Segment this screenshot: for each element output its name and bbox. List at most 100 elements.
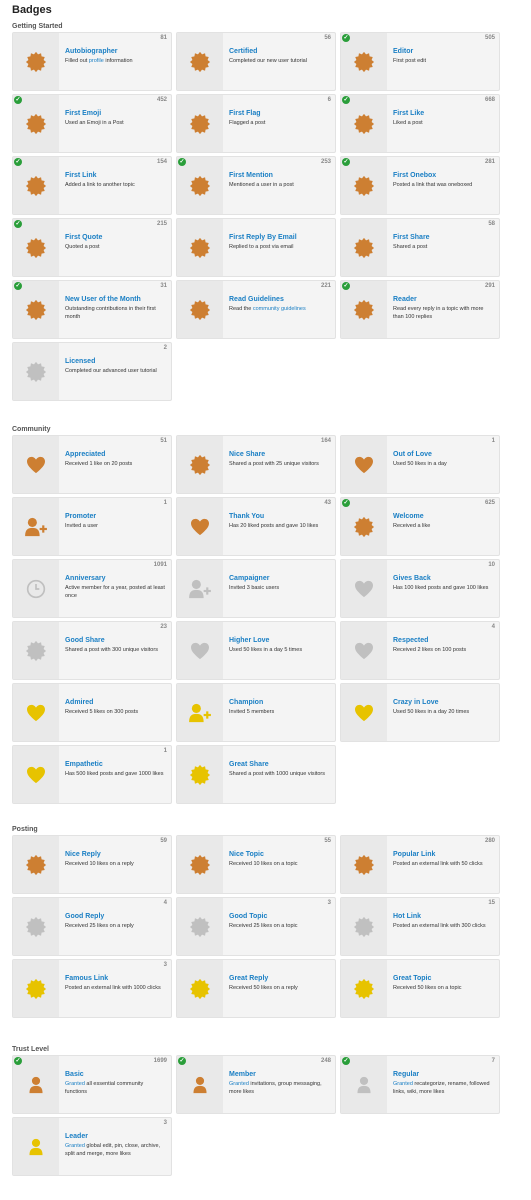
badge-card-nice-topic[interactable]: Nice Topic Received 10 likes on a topic 55 <box>176 835 336 894</box>
badge-card-first-link[interactable]: ✓ First Link Added a link to another topic… <box>12 156 172 215</box>
badge-name[interactable]: Reader <box>393 295 493 304</box>
badge-card-leader[interactable]: Leader Granted global edit, pin, close, a… <box>12 1117 172 1176</box>
badge-card-crazy-in-love[interactable]: Crazy in Love Used 50 likes in a day 20 t… <box>340 683 500 742</box>
badge-name[interactable]: Member <box>229 1070 329 1079</box>
badge-card-famous-link[interactable]: Famous Link Posted an external link with … <box>12 959 172 1018</box>
badge-card-admired[interactable]: Admired Received 5 likes on 300 posts <box>12 683 172 742</box>
badge-name[interactable]: Thank You <box>229 512 329 521</box>
badge-name[interactable]: Campaigner <box>229 574 329 583</box>
badge-card-editor[interactable]: ✓ Editor First post edit 505 <box>340 32 500 91</box>
badge-name[interactable]: First Share <box>393 233 493 242</box>
badge-card-good-reply[interactable]: Good Reply Received 25 likes on a reply 4 <box>12 897 172 956</box>
badge-card-campaigner[interactable]: Campaigner Invited 3 basic users <box>176 559 336 618</box>
badge-name[interactable]: First Like <box>393 109 493 118</box>
badge-description-text: Active member for a year, posted at leas… <box>65 585 165 599</box>
badge-name[interactable]: Empathetic <box>65 760 165 769</box>
badge-card-great-share[interactable]: Great Share Shared a post with 1000 uniqu… <box>176 745 336 804</box>
badge-name[interactable]: First Mention <box>229 171 329 180</box>
badge-name[interactable]: Higher Love <box>229 636 329 645</box>
badge-name[interactable]: First Reply By Email <box>229 233 329 242</box>
badge-name[interactable]: Basic <box>65 1070 165 1079</box>
badge-card-popular-link[interactable]: Popular Link Posted an external link with… <box>340 835 500 894</box>
badge-card-good-share[interactable]: Good Share Shared a post with 300 unique … <box>12 621 172 680</box>
badge-card-first-share[interactable]: First Share Shared a post 58 <box>340 218 500 277</box>
badge-card-champion[interactable]: Champion Invited 5 members <box>176 683 336 742</box>
badge-name[interactable]: First Quote <box>65 233 165 242</box>
badge-name[interactable]: Leader <box>65 1132 165 1141</box>
badge-card-great-topic[interactable]: Great Topic Received 50 likes on a topic <box>340 959 500 1018</box>
badge-name[interactable]: Read Guidelines <box>229 295 329 304</box>
badge-name[interactable]: First Onebox <box>393 171 493 180</box>
badge-name[interactable]: Crazy in Love <box>393 698 493 707</box>
badge-card-out-of-love[interactable]: Out of Love Used 50 likes in a day 1 <box>340 435 500 494</box>
badge-name[interactable]: Respected <box>393 636 493 645</box>
badge-card-first-quote[interactable]: ✓ First Quote Quoted a post 215 <box>12 218 172 277</box>
badge-card-respected[interactable]: Respected Received 2 likes on 100 posts 4 <box>340 621 500 680</box>
badge-name[interactable]: Certified <box>229 47 329 56</box>
badge-name[interactable]: Popular Link <box>393 850 493 859</box>
badge-name[interactable]: Good Reply <box>65 912 165 921</box>
badge-card-read-guidelines[interactable]: Read Guidelines Read the community guidel… <box>176 280 336 339</box>
badge-description-link[interactable]: Granted <box>229 1081 249 1087</box>
badge-description-link[interactable]: Granted <box>65 1143 85 1149</box>
badge-name[interactable]: Great Share <box>229 760 329 769</box>
badge-name[interactable]: Good Share <box>65 636 165 645</box>
badge-card-basic[interactable]: ✓ Basic Granted all essential community fu… <box>12 1055 172 1114</box>
badge-card-member[interactable]: ✓ Member Granted invitations, group messag… <box>176 1055 336 1114</box>
badge-card-licensed[interactable]: Licensed Completed our advanced user tuto… <box>12 342 172 401</box>
badge-description-link[interactable]: profile <box>89 58 104 64</box>
badge-name[interactable]: Out of Love <box>393 450 493 459</box>
badge-name[interactable]: Regular <box>393 1070 493 1079</box>
badge-name[interactable]: Editor <box>393 47 493 56</box>
badge-name[interactable]: Admired <box>65 698 165 707</box>
badge-description-link[interactable]: Granted <box>393 1081 413 1087</box>
badge-card-promoter[interactable]: Promoter Invited a user 1 <box>12 497 172 556</box>
badge-description-text: Received a like <box>393 523 431 529</box>
badge-name[interactable]: Hot Link <box>393 912 493 921</box>
badge-name[interactable]: Famous Link <box>65 974 165 983</box>
badge-card-great-reply[interactable]: Great Reply Received 50 likes on a reply <box>176 959 336 1018</box>
badge-name[interactable]: Champion <box>229 698 329 707</box>
badge-name[interactable]: First Link <box>65 171 165 180</box>
badge-name[interactable]: Anniversary <box>65 574 165 583</box>
badge-name[interactable]: Nice Reply <box>65 850 165 859</box>
badge-card-appreciated[interactable]: Appreciated Received 1 like on 20 posts 51 <box>12 435 172 494</box>
badge-name[interactable]: First Flag <box>229 109 329 118</box>
badge-card-thank-you[interactable]: Thank You Has 20 liked posts and gave 10 … <box>176 497 336 556</box>
badge-card-regular[interactable]: ✓ Regular Granted recategorize, rename, fo… <box>340 1055 500 1114</box>
badge-card-first-like[interactable]: ✓ First Like Liked a post 668 <box>340 94 500 153</box>
badge-card-autobiographer[interactable]: Autobiographer Filled out profile informa… <box>12 32 172 91</box>
badge-name[interactable]: Nice Topic <box>229 850 329 859</box>
badge-name[interactable]: Great Topic <box>393 974 493 983</box>
badge-card-welcome[interactable]: ✓ Welcome Received a like 625 <box>340 497 500 556</box>
badge-card-first-mention[interactable]: ✓ First Mention Mentioned a user in a post… <box>176 156 336 215</box>
badge-card-higher-love[interactable]: Higher Love Used 50 likes in a day 5 time… <box>176 621 336 680</box>
badge-name[interactable]: Licensed <box>65 357 165 366</box>
badge-card-nice-reply[interactable]: Nice Reply Received 10 likes on a reply 59 <box>12 835 172 894</box>
badge-card-good-topic[interactable]: Good Topic Received 25 likes on a topic 3 <box>176 897 336 956</box>
badge-name[interactable]: Nice Share <box>229 450 329 459</box>
badge-card-first-onebox[interactable]: ✓ First Onebox Posted a link that was oneb… <box>340 156 500 215</box>
badge-card-certified[interactable]: Certified Completed our new user tutorial… <box>176 32 336 91</box>
badge-name[interactable]: Promoter <box>65 512 165 521</box>
badge-name[interactable]: Autobiographer <box>65 47 165 56</box>
badge-card-anniversary[interactable]: Anniversary Active member for a year, pos… <box>12 559 172 618</box>
badge-card-nice-share[interactable]: Nice Share Shared a post with 25 unique v… <box>176 435 336 494</box>
badge-description-link[interactable]: community guidelines <box>253 306 306 312</box>
badge-card-empathetic[interactable]: Empathetic Has 500 liked posts and gave 1… <box>12 745 172 804</box>
badge-name[interactable]: Appreciated <box>65 450 165 459</box>
badge-card-first-emoji[interactable]: ✓ First Emoji Used an Emoji in a Post 452 <box>12 94 172 153</box>
badge-name[interactable]: Welcome <box>393 512 493 521</box>
badge-card-hot-link[interactable]: Hot Link Posted an external link with 300… <box>340 897 500 956</box>
badge-name[interactable]: First Emoji <box>65 109 165 118</box>
badge-name[interactable]: Good Topic <box>229 912 329 921</box>
badge-card-new-user-of-the-month[interactable]: ✓ New User of the Month Outstanding contri… <box>12 280 172 339</box>
badge-card-gives-back[interactable]: Gives Back Has 100 liked posts and gave 1… <box>340 559 500 618</box>
badge-description-link[interactable]: Granted <box>65 1081 85 1087</box>
badge-card-first-reply-by-email[interactable]: First Reply By Email Replied to a post vi… <box>176 218 336 277</box>
badge-name[interactable]: New User of the Month <box>65 295 165 304</box>
badge-name[interactable]: Great Reply <box>229 974 329 983</box>
badge-card-first-flag[interactable]: First Flag Flagged a post 6 <box>176 94 336 153</box>
badge-card-reader[interactable]: ✓ Reader Read every reply in a topic with … <box>340 280 500 339</box>
badge-name[interactable]: Gives Back <box>393 574 493 583</box>
